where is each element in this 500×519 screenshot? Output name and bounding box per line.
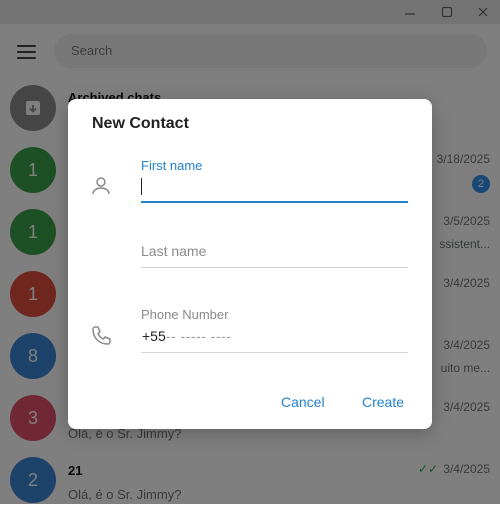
first-name-label: First name <box>141 158 203 173</box>
cancel-button[interactable]: Cancel <box>281 394 325 410</box>
phone-number-label: Phone Number <box>141 307 229 322</box>
last-name-underline <box>141 267 408 268</box>
first-name-underline <box>141 201 408 203</box>
phone-number-field[interactable]: +55-- ----- ---- <box>142 328 231 344</box>
new-contact-dialog: New Contact First name Last name Phone N… <box>68 99 432 429</box>
text-cursor <box>141 178 142 195</box>
dialog-title: New Contact <box>92 115 189 132</box>
phone-underline <box>141 352 408 353</box>
last-name-field[interactable]: Last name <box>141 243 206 259</box>
phone-mask: -- ----- ---- <box>165 328 232 344</box>
create-button[interactable]: Create <box>362 394 404 410</box>
country-code: +55 <box>142 328 166 344</box>
person-icon <box>89 174 113 198</box>
phone-icon <box>89 324 113 348</box>
